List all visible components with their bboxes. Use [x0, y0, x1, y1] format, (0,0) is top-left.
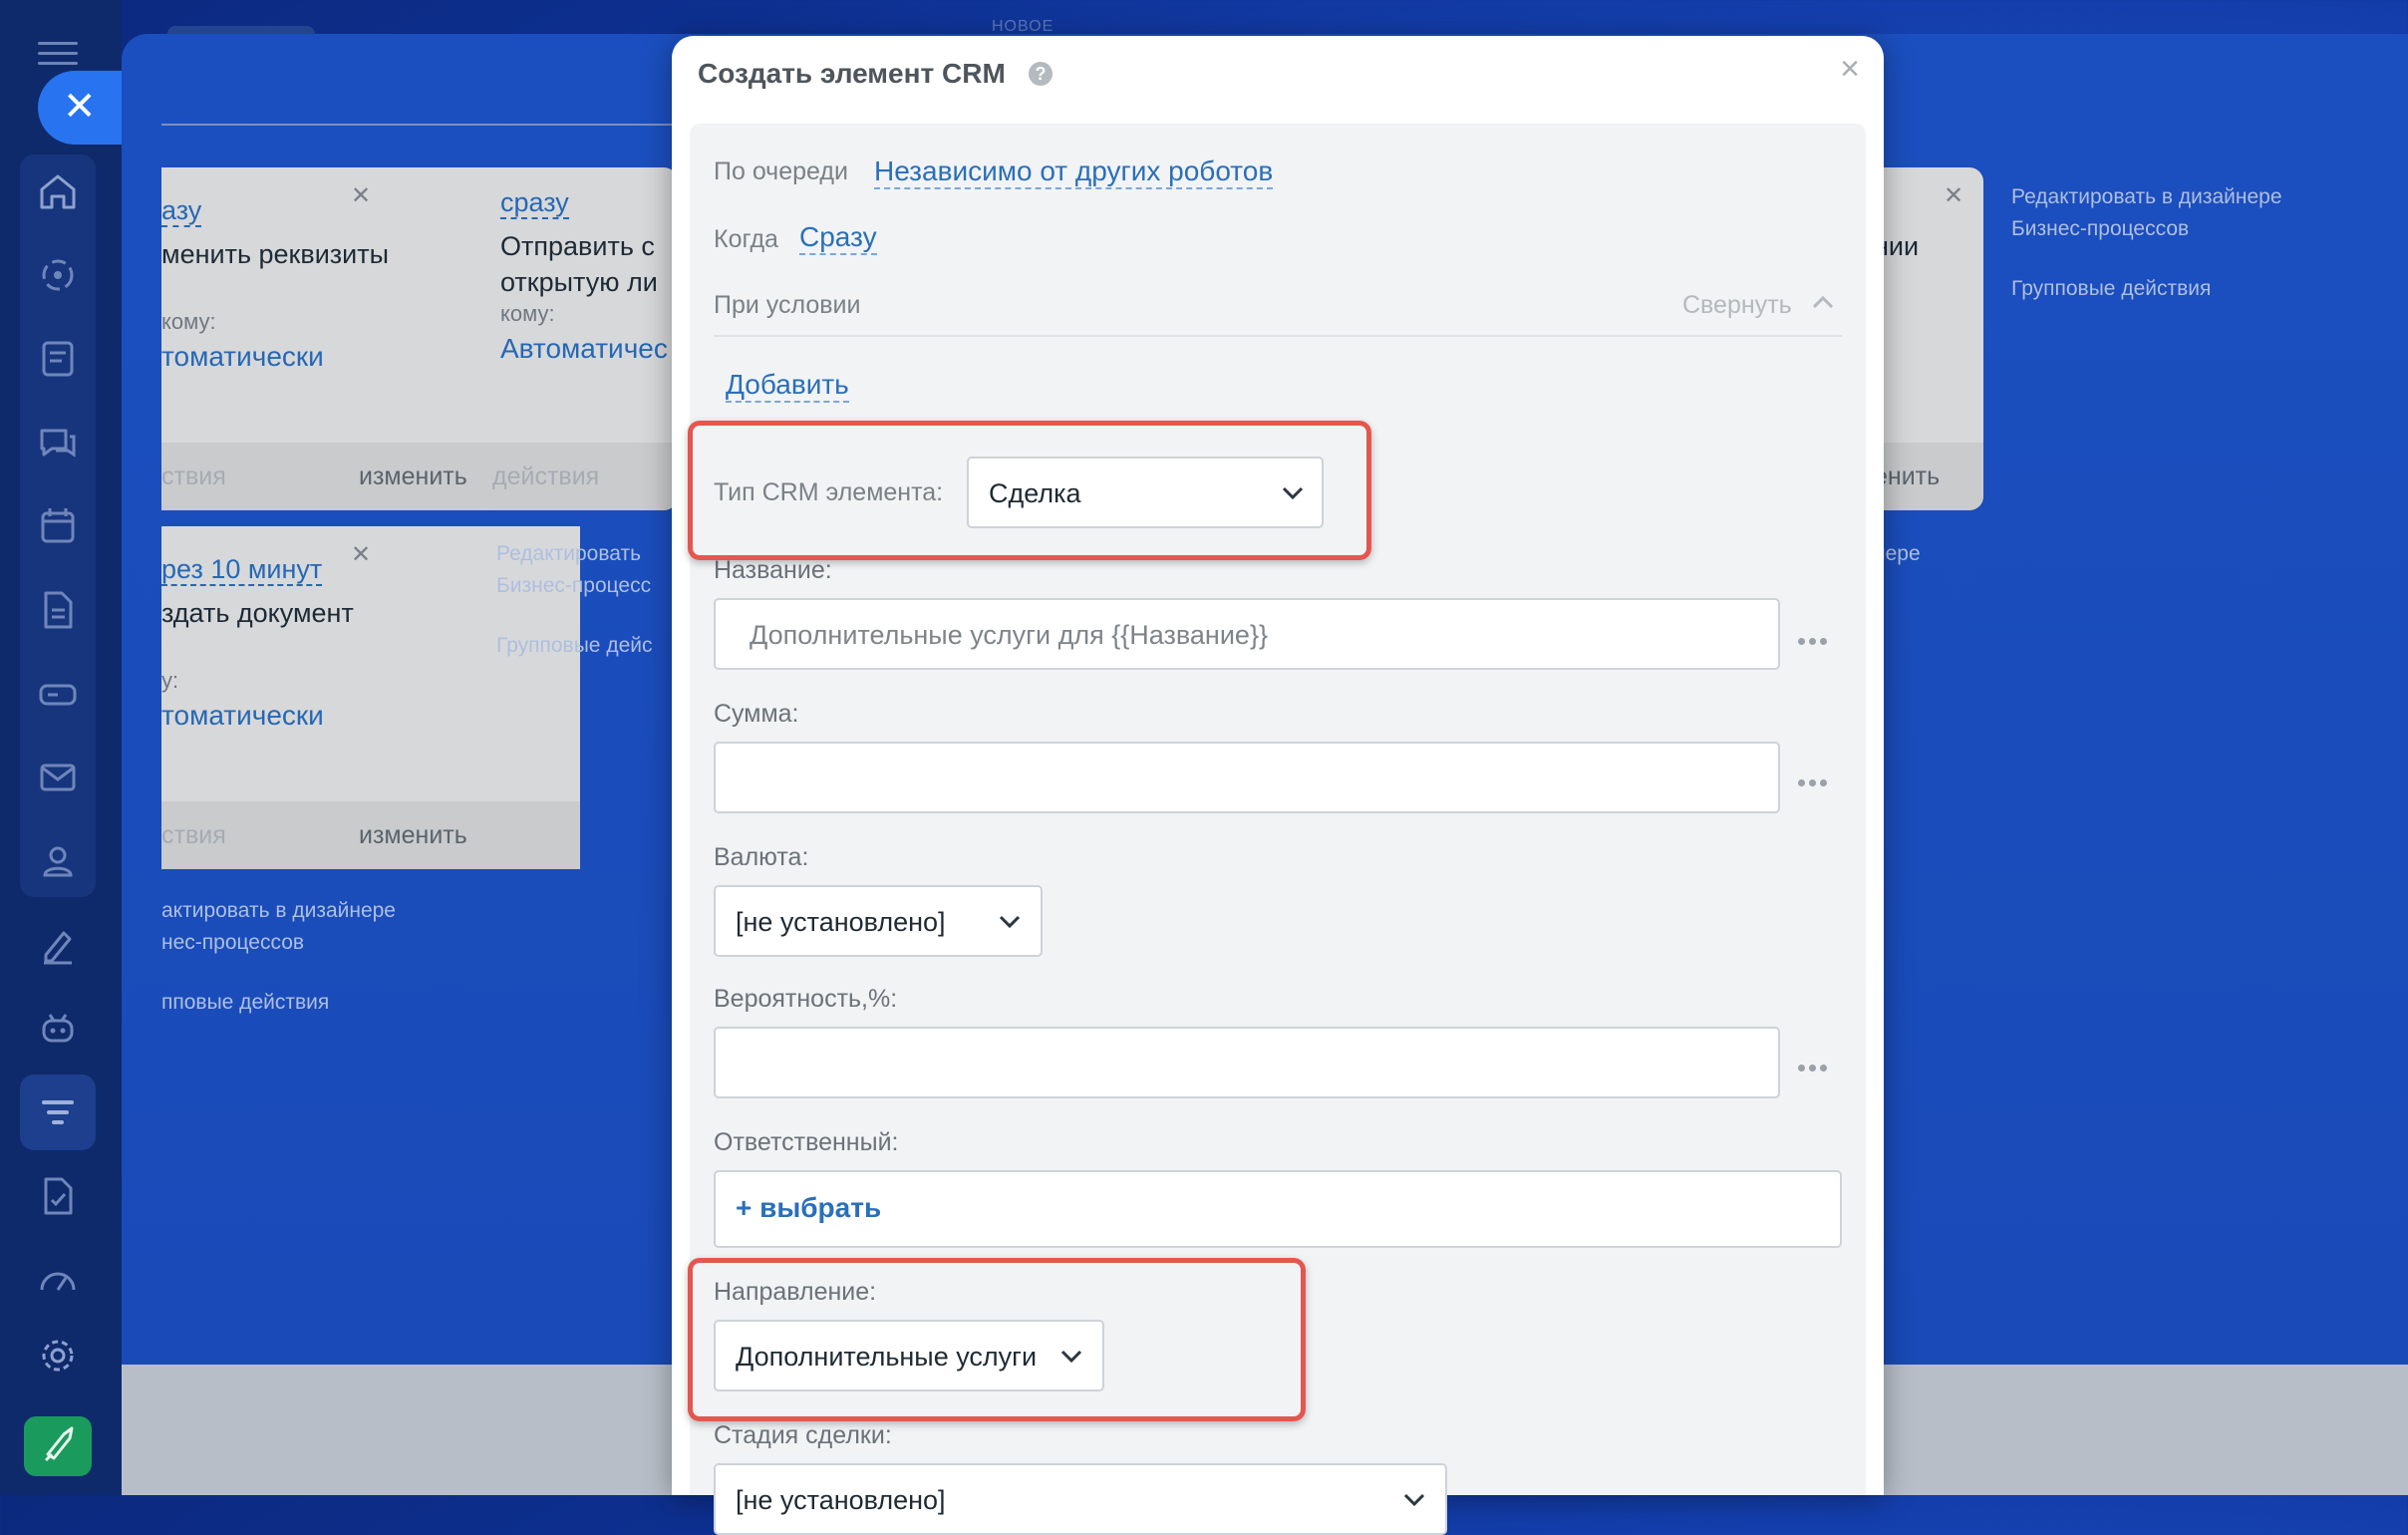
robot-action: здать документ — [161, 598, 354, 628]
robot-to-value: томатически — [161, 341, 324, 372]
responsible-picker[interactable]: + выбрать — [714, 1170, 1842, 1248]
robot-to-value: Автоматичес — [500, 333, 668, 364]
left-nav — [0, 0, 122, 1495]
chevron-down-icon — [1403, 1493, 1425, 1507]
edit-in-designer-link[interactable]: Редактировать — [496, 538, 641, 570]
name-input[interactable]: Дополнительные услуги для {{Название}} — [714, 598, 1780, 670]
robot-edit-link[interactable]: изменить — [359, 821, 467, 850]
edit-in-designer-link[interactable]: актировать в дизайнере — [161, 895, 396, 927]
bot-icon[interactable] — [34, 1005, 82, 1053]
close-icon[interactable]: ✕ — [351, 540, 371, 569]
stage-label: Стадия сделки: — [714, 1421, 892, 1449]
close-icon[interactable]: ✕ — [351, 181, 371, 210]
select-responsible-button[interactable]: + выбрать — [736, 1192, 881, 1224]
sum-label: Сумма: — [714, 700, 799, 728]
drive-icon[interactable] — [34, 670, 82, 718]
robot-to-label: у: — [161, 668, 179, 693]
crm-funnel-icon[interactable] — [34, 1088, 82, 1136]
group-actions-link[interactable]: Групповые дейс — [496, 630, 653, 662]
speedometer-icon[interactable] — [34, 1256, 82, 1304]
robot-action: Отправить с — [500, 231, 655, 261]
when-value-link[interactable]: Сразу — [799, 221, 877, 255]
dialog-title: Создать элемент CRM — [698, 58, 1006, 89]
help-icon[interactable]: ? — [1029, 62, 1053, 86]
probability-input[interactable] — [714, 1027, 1780, 1098]
sum-input[interactable] — [714, 742, 1780, 813]
close-icon: ✕ — [63, 85, 97, 129]
stage-select[interactable]: [не установлено] — [714, 1463, 1447, 1535]
chevron-up-icon[interactable] — [1812, 295, 1834, 309]
condition-divider — [714, 335, 1842, 337]
robot-trigger[interactable]: рез 10 минут — [161, 554, 323, 586]
collapse-link[interactable]: Свернуть — [1682, 291, 1792, 320]
robot-actions-link[interactable]: ствия — [161, 462, 226, 491]
chat-icon[interactable] — [34, 419, 82, 466]
responsible-label: Ответственный: — [714, 1128, 899, 1156]
currency-select[interactable]: [не установлено] — [714, 885, 1043, 957]
robot-actions-link[interactable]: ствия — [161, 821, 226, 850]
gear-icon[interactable] — [34, 1332, 82, 1380]
more-dots-icon[interactable] — [1798, 1059, 1832, 1072]
when-label: Когда — [714, 225, 778, 253]
robot-card[interactable]: сразу Отправить с открытую ли кому: Авто… — [478, 167, 678, 510]
robot-action: менить реквизиты — [161, 239, 390, 269]
robot-trigger[interactable]: азу — [161, 195, 202, 227]
group-actions-link[interactable]: пповые действия — [161, 987, 329, 1019]
edit-in-designer-link-line2[interactable]: нес-процессов — [161, 927, 304, 959]
direction-highlight — [688, 1258, 1306, 1421]
home-icon[interactable] — [34, 167, 82, 215]
robot-to-value: томатически — [161, 700, 324, 731]
calendar-icon[interactable] — [34, 502, 82, 550]
chevron-down-icon — [999, 915, 1021, 929]
robot-to-label: кому: — [161, 309, 216, 334]
robot-action-line2: открытую ли — [500, 267, 658, 297]
rocket-icon[interactable] — [24, 1416, 92, 1476]
panel-divider — [161, 124, 720, 126]
close-icon[interactable]: × — [1840, 50, 1860, 89]
stage-value: [не установлено] — [736, 1485, 946, 1515]
edit-in-designer-link-line2[interactable]: Бизнес-процесс — [496, 570, 651, 602]
more-dots-icon[interactable] — [1798, 632, 1832, 645]
contacts-icon[interactable] — [34, 837, 82, 885]
robot-actions-link[interactable]: действия — [492, 462, 599, 491]
robot-card-footer: действия — [478, 443, 678, 510]
menu-icon[interactable] — [38, 42, 78, 65]
currency-label: Валюта: — [714, 843, 809, 871]
mail-icon[interactable] — [34, 754, 82, 801]
robot-to-label: кому: — [500, 301, 555, 326]
sign-icon[interactable] — [34, 921, 82, 969]
group-actions-link[interactable]: Групповые действия — [2011, 273, 2211, 305]
probability-label: Вероятность,%: — [714, 985, 898, 1013]
robot-trigger[interactable]: сразу — [500, 187, 569, 219]
document-icon[interactable] — [34, 586, 82, 634]
robot-card-footer: ствия изменить — [161, 801, 580, 869]
condition-label: При условии — [714, 291, 861, 319]
queue-value-link[interactable]: Независимо от других роботов — [874, 155, 1274, 189]
queue-label: По очереди — [714, 157, 848, 185]
edit-in-designer-link-line2[interactable]: Бизнес-процессов — [2011, 213, 2189, 245]
name-label: Название: — [714, 556, 832, 584]
add-condition-link[interactable]: Добавить — [726, 369, 849, 403]
target-icon[interactable] — [34, 251, 82, 299]
name-value: Дополнительные услуги для {{Название}} — [750, 620, 1268, 650]
more-dots-icon[interactable] — [1798, 773, 1832, 786]
crm-type-highlight — [688, 421, 1371, 560]
feed-icon[interactable] — [34, 335, 82, 383]
currency-value: [не установлено] — [736, 907, 946, 937]
task-doc-icon[interactable] — [34, 1172, 82, 1220]
edit-in-designer-link[interactable]: Редактировать в дизайнере — [2011, 181, 2282, 213]
close-icon[interactable]: ✕ — [1944, 181, 1963, 210]
robot-edit-link[interactable]: изменить — [359, 462, 467, 491]
